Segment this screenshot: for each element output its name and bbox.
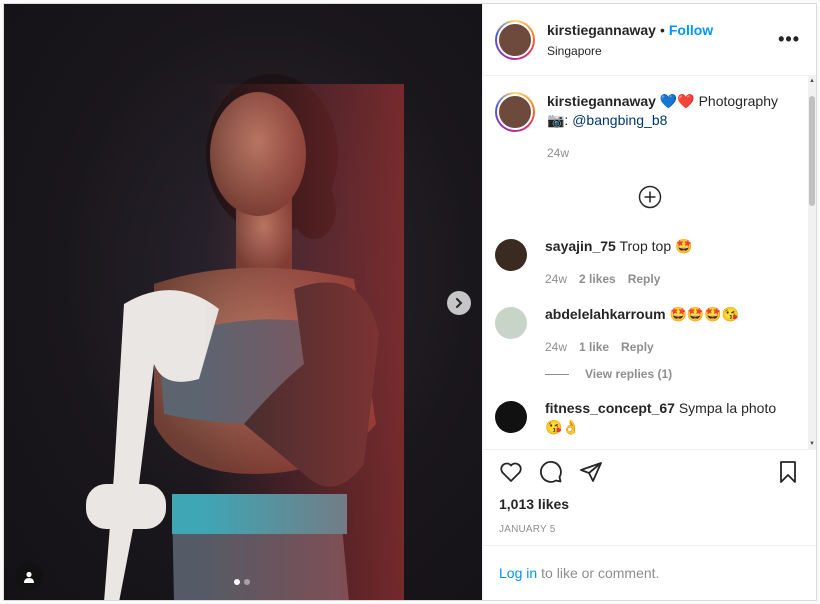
- comment-time[interactable]: 24w: [545, 338, 567, 357]
- reply-button[interactable]: Reply: [628, 270, 661, 289]
- heart-icon[interactable]: [499, 460, 523, 484]
- comment-text: Trop top 🤩: [619, 238, 693, 254]
- post-side-panel: kirstiegannaway • Follow Singapore ••• kir…: [482, 4, 816, 600]
- login-link[interactable]: Log in: [499, 565, 537, 581]
- avatar[interactable]: [495, 307, 527, 339]
- plus-circle-icon[interactable]: [638, 185, 662, 209]
- login-prompt: Log in to like or comment.: [483, 545, 816, 600]
- comment-likes[interactable]: 1 like: [579, 338, 609, 357]
- likes-count[interactable]: 1,013 likes: [499, 496, 800, 512]
- comment-text: 🤩🤩🤩😘: [669, 306, 740, 322]
- reply-button[interactable]: Reply: [621, 338, 654, 357]
- scrollbar[interactable]: ▲ ▼: [808, 76, 816, 449]
- tagged-users-button[interactable]: [15, 563, 43, 591]
- follow-button[interactable]: Follow: [669, 22, 713, 38]
- carousel-dot: [234, 579, 240, 585]
- scrollbar-thumb[interactable]: [809, 96, 815, 206]
- avatar[interactable]: [495, 92, 535, 132]
- comment-username[interactable]: sayajin_75: [545, 238, 616, 254]
- comment-likes[interactable]: 2 likes: [579, 270, 616, 289]
- avatar[interactable]: [495, 239, 527, 271]
- post-header: kirstiegannaway • Follow Singapore •••: [483, 4, 816, 76]
- photo-scene: [86, 74, 404, 600]
- comment-username[interactable]: abdelelahkarroum: [545, 306, 666, 322]
- load-more-comments[interactable]: [495, 185, 816, 209]
- caption-mention[interactable]: @bangbing_b8: [572, 112, 667, 128]
- location-link[interactable]: Singapore: [547, 44, 778, 58]
- caption-time[interactable]: 24w: [547, 144, 569, 163]
- comment-icon[interactable]: [539, 460, 563, 484]
- post-dialog: kirstiegannaway • Follow Singapore ••• kir…: [3, 3, 817, 601]
- separator: •: [659, 21, 665, 38]
- divider: [545, 373, 569, 375]
- avatar[interactable]: [495, 401, 527, 433]
- comment-item: sayajin_75 Trop top 🤩 24w 2 likes Reply: [495, 237, 816, 289]
- view-replies-label: View replies (1): [585, 367, 673, 381]
- comment-time[interactable]: 24w: [545, 270, 567, 289]
- more-options-icon[interactable]: •••: [778, 29, 800, 50]
- post-date[interactable]: JANUARY 5: [499, 524, 800, 535]
- comments-list[interactable]: kirstiegannaway 💙❤️ Photography 📷: @bang…: [483, 76, 816, 449]
- comment-item: fitness_concept_67 Sympa la photo 😘👌: [495, 399, 816, 437]
- avatar[interactable]: [495, 19, 535, 60]
- comment-username[interactable]: fitness_concept_67: [545, 400, 675, 416]
- view-replies-button[interactable]: View replies (1): [545, 367, 816, 381]
- header-username[interactable]: kirstiegannaway: [547, 22, 656, 38]
- carousel-dot: [244, 579, 250, 585]
- login-text: to like or comment.: [541, 565, 660, 581]
- bookmark-icon[interactable]: [776, 460, 800, 484]
- caption-username[interactable]: kirstiegannaway: [547, 93, 656, 109]
- comment-item: abdelelahkarroum 🤩🤩🤩😘 24w 1 like Reply: [495, 305, 816, 357]
- carousel-dots: [234, 579, 250, 585]
- chevron-right-icon: [456, 298, 463, 308]
- scroll-up-icon[interactable]: ▲: [809, 78, 815, 84]
- next-photo-button[interactable]: [447, 291, 471, 315]
- user-icon: [24, 571, 34, 583]
- scroll-down-icon[interactable]: ▼: [809, 441, 815, 447]
- post-photo[interactable]: [4, 4, 482, 600]
- post-actions: 1,013 likes JANUARY 5: [483, 449, 816, 545]
- caption: kirstiegannaway 💙❤️ Photography 📷: @bang…: [495, 92, 816, 163]
- share-icon[interactable]: [579, 460, 603, 484]
